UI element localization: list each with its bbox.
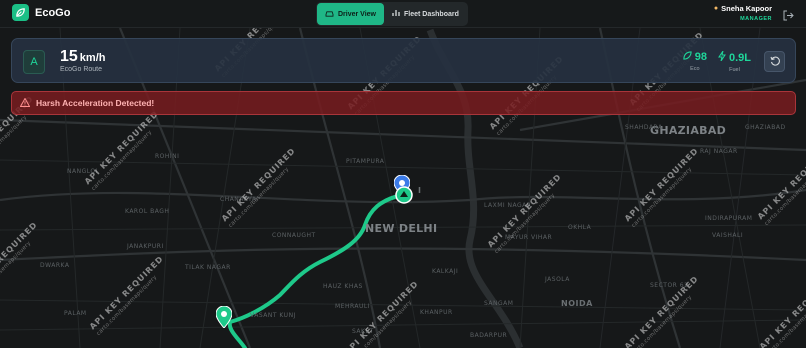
map-label-small: VASANT KUNJ: [250, 312, 296, 319]
tab-label: Fleet Dashboard: [404, 10, 459, 18]
map-label-small: KAROL BAGH: [125, 208, 170, 215]
view-switcher: Driver View Fleet Dashboard: [316, 2, 468, 26]
harsh-acceleration-alert: Harsh Acceleration Detected!: [11, 91, 796, 115]
fuel-metric: 0.9L Fuel: [718, 50, 751, 73]
tab-label: Driver View: [338, 10, 377, 18]
map-label-delhi-partial: I: [418, 186, 422, 195]
speed-readout: 15 km/h: [60, 48, 105, 66]
eco-score-label: Eco: [690, 66, 700, 72]
map-label-small: KHANPUR: [420, 309, 453, 316]
direction-indicator: A: [23, 50, 45, 74]
user-name: Sneha Kapoor: [721, 4, 772, 13]
leaf-icon: [683, 51, 692, 63]
user-profile[interactable]: ● Sneha Kapoor MANAGER: [714, 4, 772, 22]
map-label-small: PALAM: [64, 310, 87, 317]
tab-driver-view[interactable]: Driver View: [317, 3, 385, 25]
map-label-small: JASOLA: [545, 276, 570, 283]
warning-icon: [19, 94, 31, 112]
route-name: EcoGo Route: [60, 66, 103, 73]
map-label-small: JANAKPURI: [127, 243, 164, 250]
fuel-label: Fuel: [729, 67, 740, 73]
map-label-small: DWARKA: [40, 262, 70, 269]
map-label-small: TILAK NAGAR: [185, 264, 231, 271]
reset-button[interactable]: [764, 51, 785, 72]
map-label-small: BADARPUR: [470, 332, 508, 339]
tab-fleet-dashboard[interactable]: Fleet Dashboard: [384, 3, 467, 25]
logout-icon[interactable]: [783, 8, 794, 21]
speed-value: 15: [60, 48, 78, 65]
refresh-icon: [769, 53, 780, 71]
speed-unit: km/h: [79, 52, 106, 64]
leaf-logo-icon: [12, 4, 29, 21]
map-label-new-delhi: NEW DELHI: [365, 222, 438, 235]
trip-status-card: A 15 km/h EcoGo Route 98 Eco 0.9L Fuel: [11, 38, 796, 83]
map-label-small: ROHINI: [155, 153, 180, 160]
map-label-small: SANGAM: [484, 300, 514, 307]
map-label-noida: NOIDA: [561, 299, 593, 308]
map-label-small: KALKAJI: [432, 268, 459, 275]
map-label-small: RAJ NAGAR: [700, 148, 738, 155]
eco-score-metric: 98 Eco: [683, 51, 707, 72]
car-icon: [325, 10, 334, 19]
map-label-small: HAUZ KHAS: [323, 283, 363, 290]
user-role: MANAGER: [740, 16, 772, 22]
map-label-small: INDIRAPURAM: [705, 215, 753, 222]
top-navbar: EcoGo Driver View Fleet Dashboard ● Sneh…: [0, 0, 806, 28]
map-label-small: CONNAUGHT: [272, 232, 316, 239]
map-label-small: MEHRAULI: [335, 303, 371, 310]
alert-message: Harsh Acceleration Detected!: [36, 98, 155, 108]
chart-icon: [392, 9, 400, 19]
person-icon: ●: [713, 5, 719, 12]
app-name: EcoGo: [35, 6, 71, 19]
lightning-icon: [718, 50, 726, 64]
direction-letter: A: [30, 56, 38, 68]
map-label-small: GHAZIABAD: [745, 124, 786, 131]
brand[interactable]: EcoGo: [12, 4, 70, 21]
map-label-small: OKHLA: [568, 224, 592, 231]
map-label-small: PITAMPURA: [346, 158, 385, 165]
map-label-small: VAISHALI: [712, 232, 744, 239]
eco-score-value: 98: [694, 51, 707, 63]
map-label-small: SHAHDARA: [625, 124, 663, 131]
fuel-value: 0.9L: [728, 51, 751, 64]
